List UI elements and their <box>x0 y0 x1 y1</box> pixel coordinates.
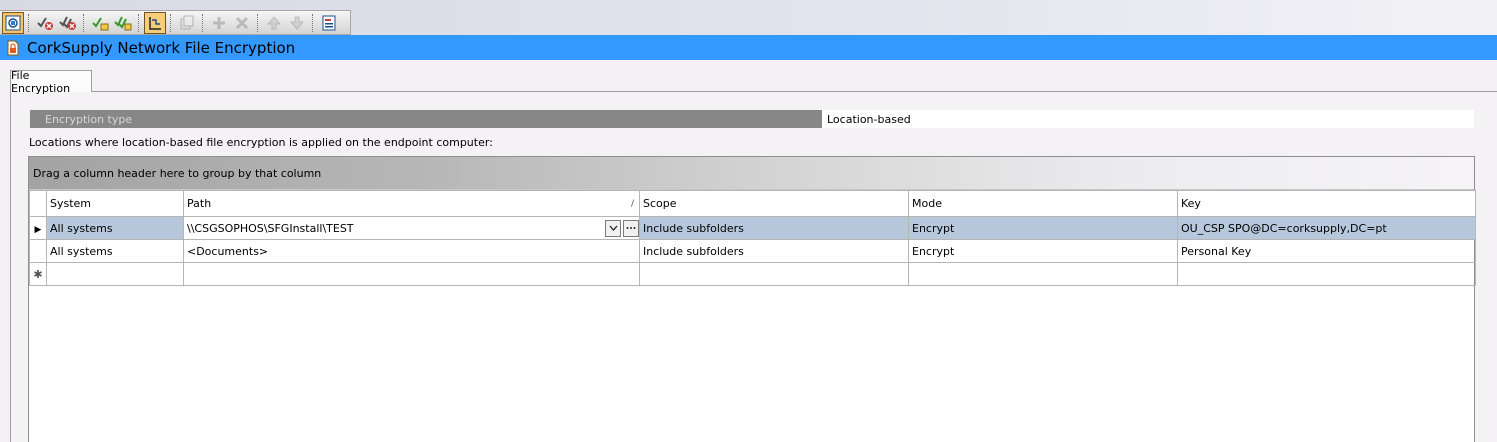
check-ok-all-icon <box>114 16 132 30</box>
encryption-document-icon <box>7 40 19 55</box>
table-header-row: System Path / Scope Mode Key <box>29 190 1476 217</box>
cell-scope[interactable]: Include subfolders <box>639 239 909 263</box>
toolbar-separator <box>28 13 31 32</box>
new-row-indicator: ✱ <box>29 262 47 286</box>
ellipsis-icon <box>626 227 636 229</box>
report-button[interactable] <box>318 12 340 34</box>
check-cancel-all-button[interactable] <box>57 12 79 34</box>
cell-system[interactable]: All systems <box>46 239 184 263</box>
path-input[interactable]: \\CSGSOPHOS\SFGInstall\TEST <box>187 222 354 235</box>
check-cancel-button[interactable] <box>34 12 56 34</box>
path-dropdown-button[interactable] <box>605 219 621 237</box>
properties-button[interactable] <box>144 11 166 34</box>
check-ok-button[interactable] <box>89 12 111 34</box>
row-indicator <box>29 239 47 263</box>
properties-icon <box>149 16 161 30</box>
check-cancel-icon <box>37 16 53 30</box>
move-down-button[interactable] <box>286 12 308 34</box>
table-row[interactable]: ▶ All systems \\CSGSOPHOS\SFGInstall\TES… <box>29 216 1476 240</box>
policy-view-button[interactable] <box>2 11 24 34</box>
tab-page-file-encryption: Encryption type Location-based Locations… <box>10 91 1497 442</box>
row-indicator-header <box>29 190 47 217</box>
current-row-indicator: ▶ <box>29 216 47 240</box>
report-icon <box>322 15 336 30</box>
check-ok-icon <box>92 16 109 30</box>
add-icon <box>213 16 225 29</box>
new-cell-key[interactable] <box>1177 262 1476 286</box>
cell-mode[interactable]: Encrypt <box>908 239 1178 263</box>
delete-button[interactable] <box>231 12 253 34</box>
toolbar-strip <box>0 10 351 35</box>
copy-button[interactable] <box>176 12 198 34</box>
policy-view-icon <box>5 15 21 30</box>
cell-path-editor[interactable]: \\CSGSOPHOS\SFGInstall\TEST <box>183 216 640 240</box>
locations-grid: Drag a column header here to group by th… <box>28 156 1476 442</box>
new-row-star-icon: ✱ <box>33 267 43 281</box>
column-header-system[interactable]: System <box>46 190 184 217</box>
add-button[interactable] <box>208 12 230 34</box>
column-header-key[interactable]: Key <box>1177 190 1476 217</box>
column-header-path[interactable]: Path / <box>183 190 640 217</box>
cell-path[interactable]: <Documents> <box>183 239 640 263</box>
cell-mode[interactable]: Encrypt <box>908 216 1178 240</box>
move-down-icon <box>289 16 305 30</box>
column-header-path-label: Path <box>187 197 212 210</box>
tab-file-encryption[interactable]: File Encryption <box>10 69 92 95</box>
path-browse-button[interactable] <box>623 219 639 237</box>
column-header-mode[interactable]: Mode <box>908 190 1178 217</box>
window-title: CorkSupply Network File Encryption <box>27 38 296 57</box>
new-cell-scope[interactable] <box>639 262 909 286</box>
toolbar-separator <box>202 13 205 32</box>
group-by-panel[interactable]: Drag a column header here to group by th… <box>29 157 1474 190</box>
column-header-scope[interactable]: Scope <box>639 190 909 217</box>
new-row[interactable]: ✱ <box>29 262 1476 286</box>
cell-key[interactable]: Personal Key <box>1177 239 1476 263</box>
toolbar-separator <box>170 13 173 32</box>
row-pointer-icon: ▶ <box>34 224 42 235</box>
toolbar-separator <box>138 13 141 32</box>
delete-icon <box>235 16 249 29</box>
main-panel: File Encryption Encryption type Location… <box>0 60 1497 442</box>
encryption-type-label: Encryption type <box>30 110 822 128</box>
cell-key[interactable]: OU_CSP SPO@DC=corksupply,DC=pt <box>1177 216 1476 240</box>
new-cell-path[interactable] <box>183 262 640 286</box>
move-up-icon <box>266 15 282 29</box>
window-title-bar: CorkSupply Network File Encryption <box>0 35 1497 60</box>
new-cell-system[interactable] <box>46 262 184 286</box>
toolbar-separator <box>312 13 315 32</box>
chevron-down-icon <box>609 225 617 231</box>
toolbar-separator <box>257 13 260 32</box>
locations-label: Locations where location-based file encr… <box>29 136 493 149</box>
sort-indicator-icon: / <box>630 198 634 209</box>
encryption-type-value[interactable]: Location-based <box>822 110 1474 128</box>
new-cell-mode[interactable] <box>908 262 1178 286</box>
check-cancel-all-icon <box>59 16 76 30</box>
check-ok-all-button[interactable] <box>112 12 134 34</box>
locations-table: System Path / Scope Mode Key ▶ All syste… <box>29 190 1476 286</box>
table-row[interactable]: All systems <Documents> Include subfolde… <box>29 239 1476 263</box>
copy-icon <box>180 15 194 29</box>
cell-system[interactable]: All systems <box>46 216 184 240</box>
cell-scope[interactable]: Include subfolders <box>639 216 909 240</box>
toolbar-separator <box>83 13 86 32</box>
toolbar <box>0 0 1497 35</box>
move-up-button[interactable] <box>263 12 285 34</box>
